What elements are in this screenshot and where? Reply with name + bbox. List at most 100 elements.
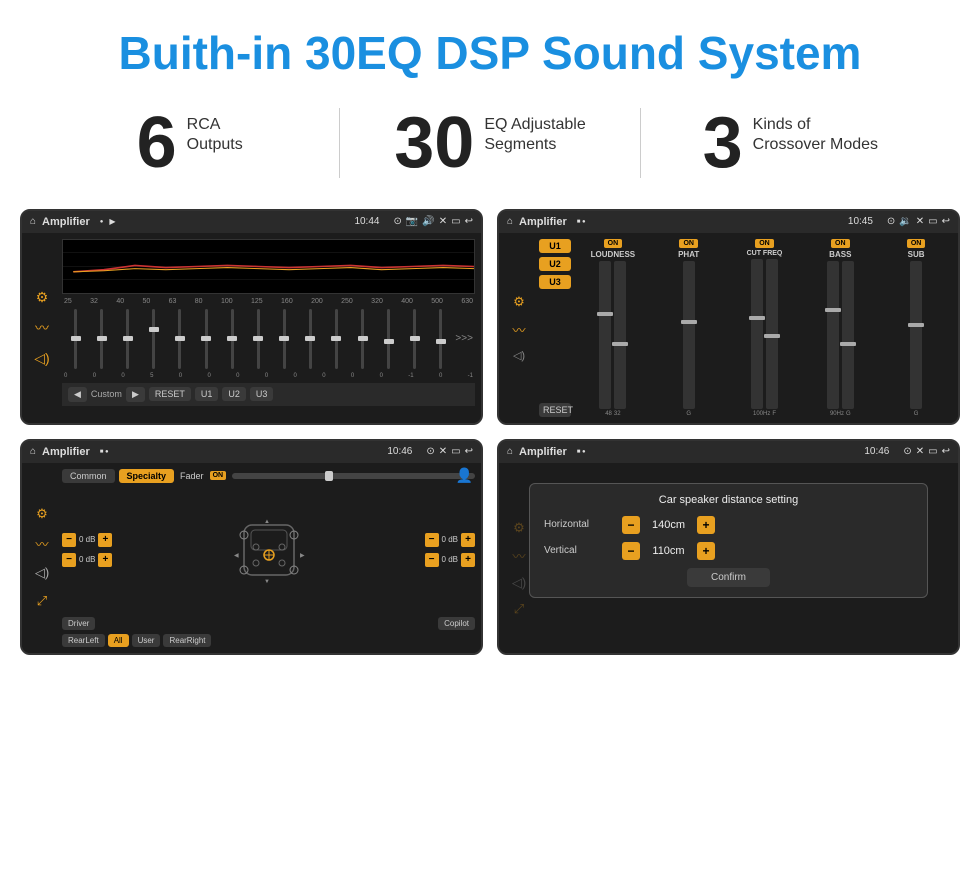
sub-on[interactable]: ON — [907, 239, 926, 248]
eq-freq-labels: 253240506380100125160200250320400500630 — [62, 298, 475, 305]
stat-rca-text: RCAOutputs — [187, 107, 243, 157]
phat-on[interactable]: ON — [679, 239, 698, 248]
loudness-on[interactable]: ON — [604, 239, 623, 248]
spk-fr-value: 0 dB — [442, 535, 458, 544]
spk-rl-minus[interactable]: − — [62, 553, 76, 567]
dist-confirm-button[interactable]: Confirm — [687, 568, 770, 587]
eq-slider-12[interactable] — [351, 309, 374, 369]
eq-filter-icon[interactable]: ⚙ — [36, 289, 49, 306]
dist-vertical-plus[interactable]: + — [697, 542, 715, 560]
loudness-label: LOUDNESS — [591, 250, 635, 259]
eq-slider-3[interactable] — [116, 309, 139, 369]
eq-speaker-icon[interactable]: ◁) — [34, 350, 49, 367]
phat-slider[interactable] — [683, 261, 695, 409]
dist-vertical-minus[interactable]: − — [622, 542, 640, 560]
back-icon-4[interactable]: ↩ — [942, 446, 950, 457]
eq-slider-10[interactable] — [299, 309, 322, 369]
zone-copilot[interactable]: Copilot — [438, 617, 475, 630]
eq-slider-15[interactable] — [429, 309, 452, 369]
eq-u3-button[interactable]: U3 — [250, 387, 274, 401]
spk-fl-plus[interactable]: + — [98, 533, 112, 547]
zone-driver[interactable]: Driver — [62, 617, 95, 630]
svg-text:▶: ▶ — [300, 553, 305, 559]
user-profile-icon[interactable]: 👤 — [456, 467, 473, 484]
bass-slider-2[interactable] — [842, 261, 854, 409]
zone-user[interactable]: User — [132, 634, 161, 647]
home-icon-3[interactable]: ⌂ — [30, 446, 36, 457]
spk-rl-plus[interactable]: + — [98, 553, 112, 567]
battery-icon-4: ▭ — [928, 446, 937, 457]
eq-slider-9[interactable] — [273, 309, 296, 369]
sub-slider[interactable] — [910, 261, 922, 409]
dist-dialog-title: Car speaker distance setting — [544, 494, 913, 506]
eq-slider-11[interactable] — [325, 309, 348, 369]
fader-on-badge[interactable]: ON — [210, 471, 227, 480]
cross-speaker-icon[interactable]: ◁) — [513, 349, 525, 362]
spk-wave-icon[interactable]: 〰 — [35, 534, 48, 553]
eq-next-button[interactable]: ▶ — [126, 387, 145, 402]
cutfreq-on[interactable]: ON — [755, 239, 774, 248]
eq-slider-8[interactable] — [247, 309, 270, 369]
spk-fr-minus[interactable]: − — [425, 533, 439, 547]
tab-specialty[interactable]: Specialty — [119, 469, 175, 483]
cross-body: ⚙ 〰 ◁) U1 U2 U3 RESET ON LOUDNESS — [499, 233, 958, 423]
spk-rr-value: 0 dB — [442, 555, 458, 564]
eq-reset-button[interactable]: RESET — [149, 387, 191, 401]
eq-slider-2[interactable] — [90, 309, 113, 369]
preset-u2[interactable]: U2 — [539, 257, 571, 271]
spk-rr-plus[interactable]: + — [461, 553, 475, 567]
dist-horizontal-control: − 140cm + — [622, 516, 715, 534]
home-icon-2[interactable]: ⌂ — [507, 216, 513, 227]
cross-filter-icon[interactable]: ⚙ — [513, 294, 525, 310]
eq-wave-icon[interactable]: 〰 — [35, 318, 49, 338]
preset-u1[interactable]: U1 — [539, 239, 571, 253]
spk-fl-minus[interactable]: − — [62, 533, 76, 547]
eq-slider-14[interactable] — [403, 309, 426, 369]
preset-u3[interactable]: U3 — [539, 275, 571, 289]
bass-on[interactable]: ON — [831, 239, 850, 248]
eq-more-icon[interactable]: >>> — [455, 333, 473, 344]
cutfreq-slider-1[interactable] — [751, 259, 763, 409]
spk-rr-control: − 0 dB + — [425, 553, 475, 567]
dist-horizontal-minus[interactable]: − — [622, 516, 640, 534]
eq-slider-1[interactable] — [64, 309, 87, 369]
eq-prev-button[interactable]: ◀ — [68, 387, 87, 402]
loudness-slider[interactable] — [599, 261, 611, 409]
back-icon[interactable]: ↩ — [465, 216, 473, 227]
cross-reset-button[interactable]: RESET — [539, 403, 571, 417]
spk-filter-icon[interactable]: ⚙ — [36, 506, 48, 522]
eq-slider-6[interactable] — [194, 309, 217, 369]
cross-main: U1 U2 U3 RESET ON LOUDNESS — [539, 239, 952, 417]
loudness-val-1: 48 — [605, 411, 612, 417]
spk-arrows-icon[interactable]: ⤢ — [37, 593, 47, 609]
eq-slider-4[interactable] — [142, 309, 165, 369]
bass-val-2: G — [846, 411, 851, 417]
cutfreq-slider-2[interactable] — [766, 259, 778, 409]
sub-label: SUB — [908, 250, 925, 259]
cross-wave-icon[interactable]: 〰 — [512, 320, 525, 339]
back-icon-3[interactable]: ↩ — [465, 446, 473, 457]
eq-u2-button[interactable]: U2 — [222, 387, 246, 401]
bass-slider-1[interactable] — [827, 261, 839, 409]
home-icon[interactable]: ⌂ — [30, 216, 36, 227]
eq-slider-13[interactable] — [377, 309, 400, 369]
spk-fr-plus[interactable]: + — [461, 533, 475, 547]
loudness-slider-2[interactable] — [614, 261, 626, 409]
cutfreq-val-2: F — [772, 411, 776, 417]
dist-horizontal-plus[interactable]: + — [697, 516, 715, 534]
eq-u1-button[interactable]: U1 — [195, 387, 219, 401]
eq-slider-5[interactable] — [168, 309, 191, 369]
spk-rr-minus[interactable]: − — [425, 553, 439, 567]
spk-title: Amplifier — [42, 446, 90, 458]
eq-slider-7[interactable] — [221, 309, 244, 369]
home-icon-4[interactable]: ⌂ — [507, 446, 513, 457]
fader-track[interactable] — [232, 473, 475, 479]
zone-rearleft[interactable]: RearLeft — [62, 634, 105, 647]
back-icon-2[interactable]: ↩ — [942, 216, 950, 227]
tab-common[interactable]: Common — [62, 469, 115, 483]
spk-speaker-icon[interactable]: ◁) — [35, 565, 49, 581]
fader-thumb[interactable] — [325, 471, 333, 481]
stat-divider-2 — [640, 108, 641, 178]
zone-all[interactable]: All — [108, 634, 129, 647]
zone-rearright[interactable]: RearRight — [163, 634, 211, 647]
